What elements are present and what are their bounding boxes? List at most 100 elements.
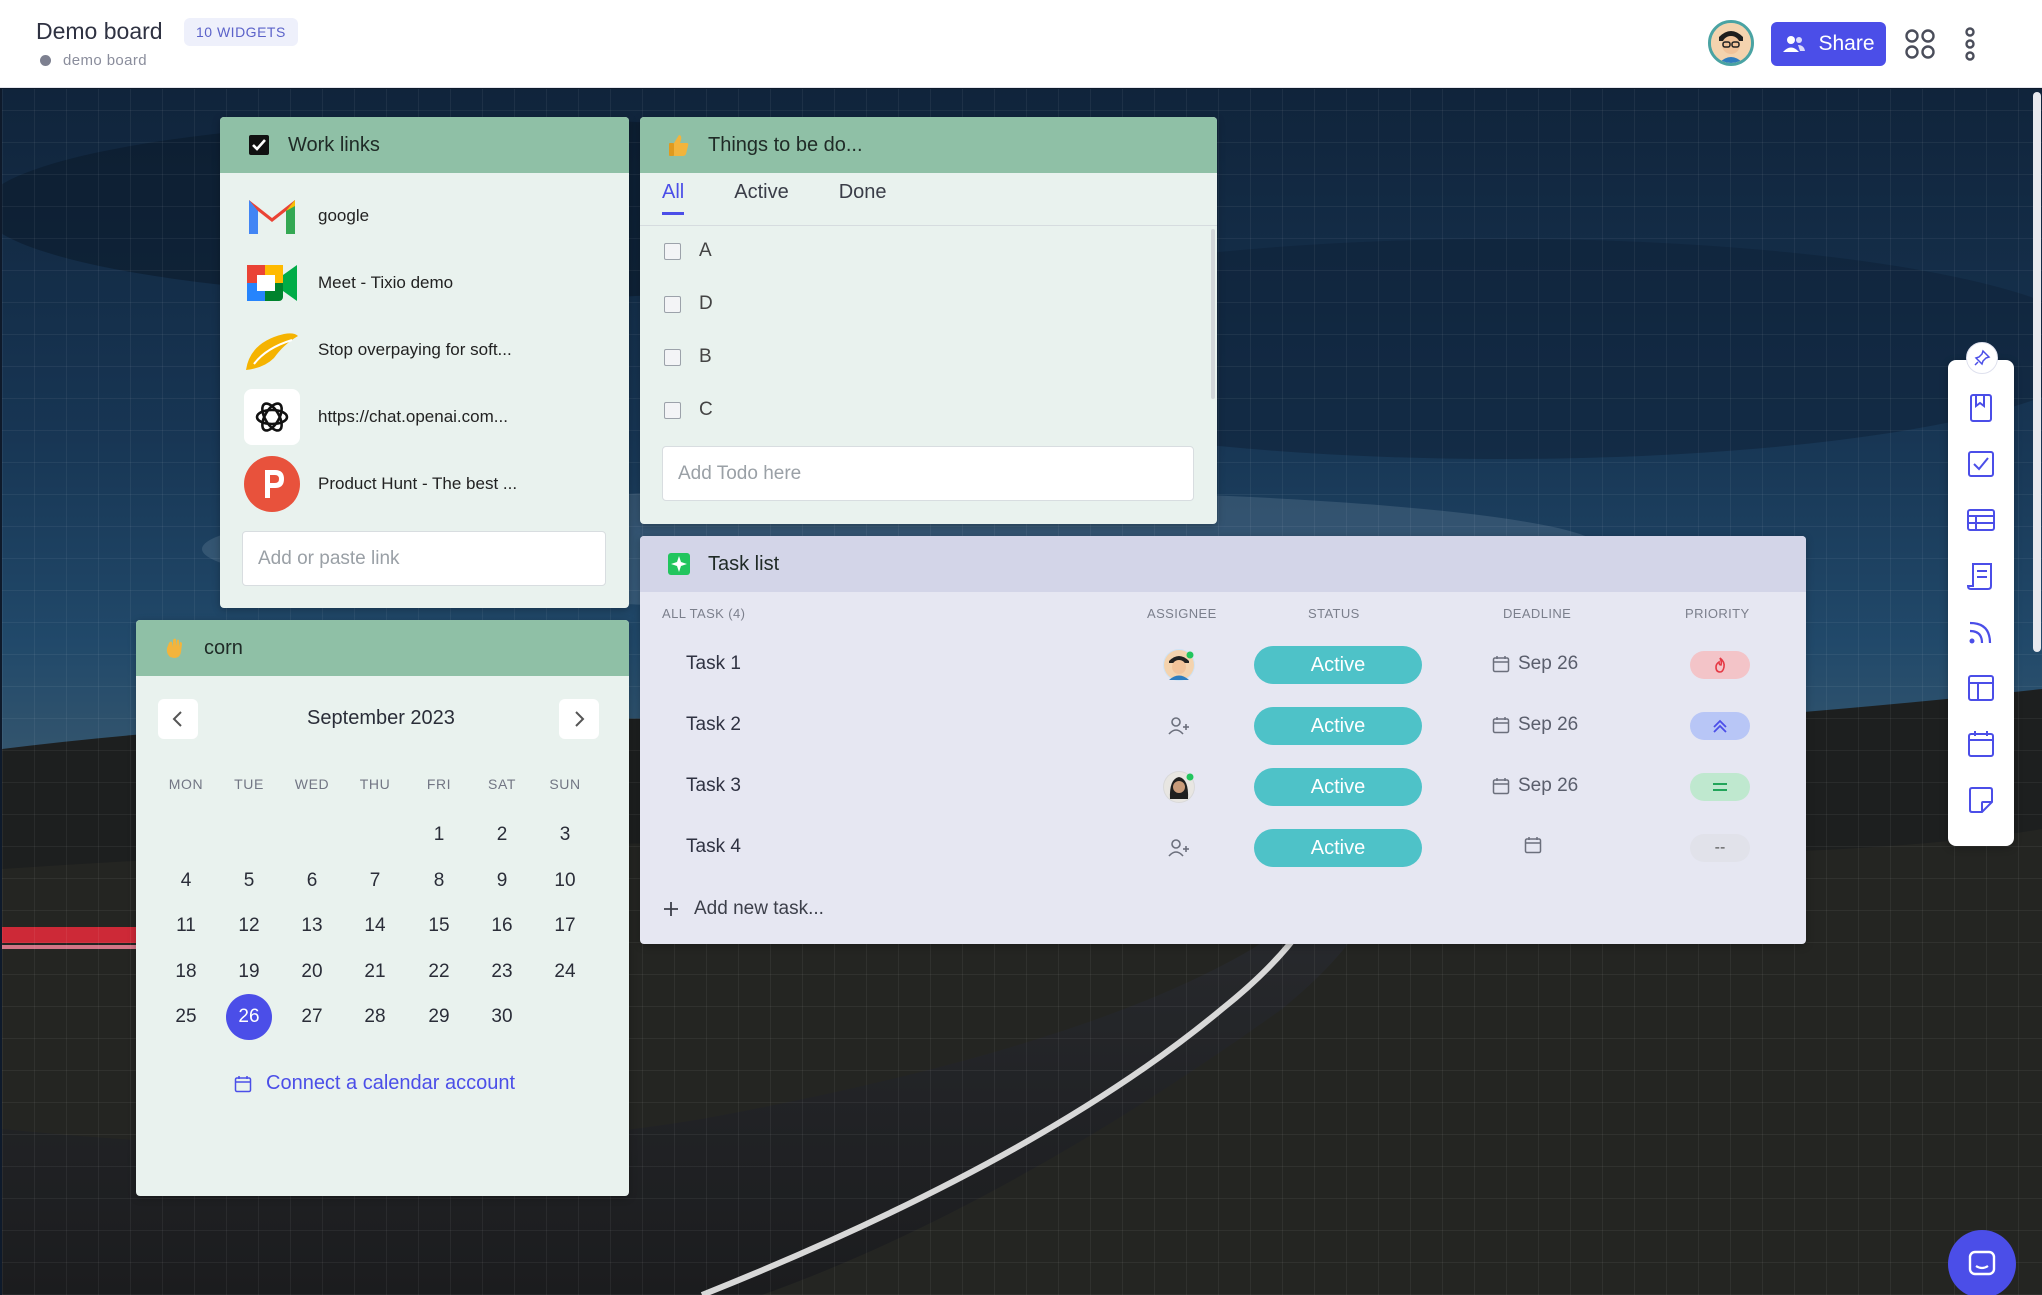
todo-item[interactable]: A	[664, 240, 712, 262]
link-item[interactable]: google	[244, 187, 369, 245]
calendar-day[interactable]: 13	[289, 903, 335, 949]
task-row[interactable]: Task 4 Active --	[640, 819, 1806, 879]
tab-all[interactable]: All	[662, 181, 685, 215]
status-badge[interactable]: Active	[1254, 829, 1422, 867]
task-name[interactable]: Task 3	[686, 775, 741, 797]
share-button[interactable]: Share	[1771, 22, 1886, 66]
calendar-day[interactable]: 5	[226, 858, 272, 904]
tab-active[interactable]: Active	[734, 181, 788, 215]
calendar-day[interactable]: 18	[163, 949, 209, 995]
calendar-day[interactable]: 20	[289, 949, 335, 995]
assignee-avatar[interactable]	[1163, 771, 1195, 803]
calendar-header[interactable]: corn	[136, 620, 629, 676]
assignee-avatar[interactable]	[1163, 649, 1195, 681]
calendar-icon	[234, 1075, 252, 1092]
add-todo-input[interactable]	[662, 446, 1194, 501]
todo-checkbox[interactable]	[664, 242, 681, 260]
task-name[interactable]: Task 1	[686, 653, 741, 675]
deadline-field[interactable]: Sep 26	[1492, 714, 1578, 736]
link-item[interactable]: Stop overpaying for soft...	[244, 321, 512, 379]
calendar-widget-icon[interactable]	[1965, 728, 1997, 760]
task-name[interactable]: Task 4	[686, 836, 741, 858]
add-task-button[interactable]: Add new task...	[662, 898, 824, 920]
calendar-day[interactable]: 6	[289, 858, 335, 904]
task-row[interactable]: Task 1 Active Sep 26	[640, 636, 1806, 696]
work-links-header[interactable]: Work links	[220, 117, 629, 173]
user-avatar[interactable]	[1708, 20, 1754, 66]
priority-high-badge[interactable]	[1690, 712, 1750, 740]
chat-support-button[interactable]	[1948, 1230, 2016, 1295]
calendar-day[interactable]: 1	[416, 812, 462, 858]
notes-scroll-icon[interactable]	[1965, 560, 1997, 592]
calendar-day[interactable]: 17	[542, 903, 588, 949]
top-bar: Demo board 10 WIDGETS demo board Share	[0, 0, 2042, 88]
calendar-day[interactable]: 27	[289, 994, 335, 1040]
priority-medium-badge[interactable]	[1690, 773, 1750, 801]
calendar-day[interactable]: 15	[416, 903, 462, 949]
calendar-day[interactable]: 7	[352, 858, 398, 904]
calendar-day[interactable]: 4	[163, 858, 209, 904]
task-name[interactable]: Task 2	[686, 714, 741, 736]
todo-checkbox[interactable]	[664, 348, 681, 366]
calendar-day[interactable]: 10	[542, 858, 588, 904]
task-list-header[interactable]: Task list	[640, 536, 1806, 592]
rss-feed-icon[interactable]	[1965, 616, 1997, 648]
todo-header[interactable]: Things to be do...	[640, 117, 1217, 173]
status-badge[interactable]: Active	[1254, 768, 1422, 806]
deadline-field[interactable]: Sep 26	[1492, 653, 1578, 675]
deadline-field[interactable]	[1524, 836, 1542, 854]
todo-widget-icon[interactable]	[1965, 448, 1997, 480]
status-badge[interactable]: Active	[1254, 646, 1422, 684]
calendar-day[interactable]: 8	[416, 858, 462, 904]
calendar-day[interactable]: 12	[226, 903, 272, 949]
table-widget-icon[interactable]	[1965, 504, 1997, 536]
calendar-day[interactable]: 25	[163, 994, 209, 1040]
add-assignee-icon[interactable]	[1163, 832, 1195, 864]
board-scrollbar[interactable]	[2033, 92, 2041, 652]
calendar-day[interactable]: 22	[416, 949, 462, 995]
todo-item[interactable]: B	[664, 346, 712, 368]
link-item[interactable]: https://chat.openai.com...	[244, 388, 508, 446]
calendar-day[interactable]: 2	[479, 812, 525, 858]
calendar-day[interactable]: 21	[352, 949, 398, 995]
todo-checkbox[interactable]	[664, 401, 681, 419]
calendar-day[interactable]: 19	[226, 949, 272, 995]
priority-urgent-badge[interactable]	[1690, 651, 1750, 679]
task-row[interactable]: Task 2 Active Sep 26	[640, 697, 1806, 757]
apps-grid-icon[interactable]	[1904, 28, 1936, 60]
calendar-day[interactable]: 30	[479, 994, 525, 1040]
calendar-day[interactable]: 3	[542, 812, 588, 858]
calendar-day[interactable]: 16	[479, 903, 525, 949]
layout-widget-icon[interactable]	[1965, 672, 1997, 704]
more-vertical-icon[interactable]	[1958, 26, 1982, 62]
link-item[interactable]: Product Hunt - The best ...	[244, 455, 517, 513]
todo-item[interactable]: D	[664, 293, 713, 315]
calendar-day[interactable]: 9	[479, 858, 525, 904]
tab-done[interactable]: Done	[839, 181, 887, 215]
todo-scrollbar[interactable]	[1211, 229, 1215, 399]
bookmark-widget-icon[interactable]	[1965, 392, 1997, 424]
deadline-field[interactable]: Sep 26	[1492, 775, 1578, 797]
todo-item[interactable]: C	[664, 399, 713, 421]
link-item[interactable]: Meet - Tixio demo	[244, 254, 453, 312]
calendar-day[interactable]: 11	[163, 903, 209, 949]
next-month-button[interactable]	[559, 699, 599, 739]
column-task[interactable]: ALL TASK (4)	[662, 606, 745, 621]
task-row[interactable]: Task 3 Active Sep 26	[640, 758, 1806, 818]
todo-checkbox[interactable]	[664, 295, 681, 313]
connect-calendar-link[interactable]: Connect a calendar account	[234, 1072, 515, 1095]
calendar-day[interactable]: 28	[352, 994, 398, 1040]
sticky-note-icon[interactable]	[1965, 784, 1997, 816]
calendar-day[interactable]: 23	[479, 949, 525, 995]
calendar-day[interactable]: 24	[542, 949, 588, 995]
calendar-day[interactable]: 14	[352, 903, 398, 949]
calendar-day-today[interactable]: 26	[226, 994, 272, 1040]
board-title[interactable]: Demo board	[36, 18, 163, 45]
add-assignee-icon[interactable]	[1163, 710, 1195, 742]
add-link-input[interactable]	[242, 531, 606, 586]
priority-none-badge[interactable]: --	[1690, 834, 1750, 862]
link-logo-icon	[244, 322, 300, 378]
status-badge[interactable]: Active	[1254, 707, 1422, 745]
pin-toolbar-button[interactable]	[1966, 342, 1998, 374]
calendar-day[interactable]: 29	[416, 994, 462, 1040]
